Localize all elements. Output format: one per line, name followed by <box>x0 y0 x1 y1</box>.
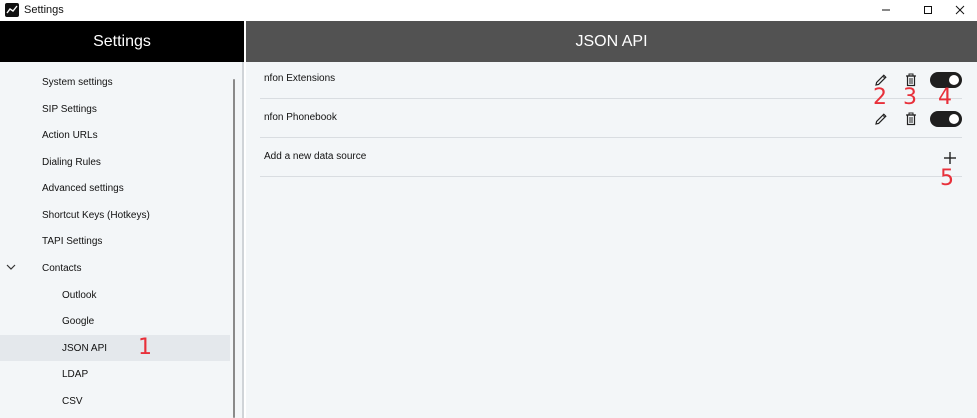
annotation-marker-5: 5 <box>940 166 954 191</box>
sidebar-item-label: JSON API <box>62 342 108 354</box>
sidebar-item-dialing-rules[interactable]: Dialing Rules <box>0 149 230 175</box>
sidebar-item-sip-settings[interactable]: SIP Settings <box>0 96 230 122</box>
sidebar-scrollbar[interactable] <box>233 79 235 418</box>
add-data-source-label: Add a new data source <box>264 151 367 162</box>
data-source-label: nfon Extensions <box>264 73 336 84</box>
sidebar-item-google[interactable]: Google <box>0 308 230 334</box>
edit-pencil-icon[interactable] <box>872 110 890 128</box>
maximize-button[interactable] <box>911 0 945 20</box>
add-data-source-row[interactable]: Add a new data source <box>260 139 962 177</box>
sidebar-title: Settings <box>0 21 244 62</box>
data-source-label: nfon Phonebook <box>264 112 337 123</box>
sidebar-item-label: Contacts <box>42 262 82 274</box>
enable-toggle[interactable] <box>930 111 962 127</box>
data-source-row: nfon Phonebook <box>260 100 962 138</box>
annotation-marker-2: 2 <box>873 85 887 110</box>
sidebar-item-label: CSV <box>62 395 83 407</box>
sidebar-item-system-settings[interactable]: System settings <box>0 69 230 95</box>
annotation-marker-1: 1 <box>138 335 152 360</box>
sidebar-item-csv[interactable]: CSV <box>0 388 230 414</box>
annotation-marker-4: 4 <box>938 85 952 110</box>
sidebar-item-label: LDAP <box>62 368 89 380</box>
sidebar-item-label: System settings <box>42 76 113 88</box>
sidebar-item-label: Advanced settings <box>42 182 124 194</box>
annotation-marker-3: 3 <box>903 85 917 110</box>
sidebar-item-label: Shortcut Keys (Hotkeys) <box>42 209 150 221</box>
window-title: Settings <box>24 4 64 16</box>
toggle-knob <box>949 114 959 124</box>
sidebar-item-shortcut-keys[interactable]: Shortcut Keys (Hotkeys) <box>0 202 230 228</box>
delete-trash-icon[interactable] <box>902 110 920 128</box>
sidebar-item-label: Dialing Rules <box>42 156 101 168</box>
minimize-button[interactable] <box>869 0 903 20</box>
page-title: JSON API <box>246 21 977 62</box>
sidebar-item-label: Action URLs <box>42 129 98 141</box>
toggle-knob <box>949 75 959 85</box>
app-chart-icon <box>5 3 19 17</box>
sidebar-item-label: TAPI Settings <box>42 235 103 247</box>
sidebar-item-ldap[interactable]: LDAP <box>0 361 230 387</box>
sidebar-item-action-urls[interactable]: Action URLs <box>0 122 230 148</box>
sidebar-item-label: SIP Settings <box>42 103 97 115</box>
sidebar-item-json-api[interactable]: JSON API 1 <box>0 335 230 361</box>
sidebar-item-outlook[interactable]: Outlook <box>0 282 230 308</box>
sidebar: Settings System settings SIP Settings Ac… <box>0 21 244 418</box>
chevron-down-icon[interactable] <box>6 263 16 274</box>
close-button[interactable] <box>943 0 977 20</box>
sidebar-item-label: Outlook <box>62 289 97 301</box>
data-source-row: nfon Extensions <box>260 61 962 99</box>
plus-icon[interactable] <box>941 149 959 167</box>
sidebar-item-contacts[interactable]: Contacts <box>0 255 230 281</box>
main-panel: JSON API nfon Extensions nfon Phonebook … <box>246 21 977 418</box>
sidebar-item-advanced-settings[interactable]: Advanced settings <box>0 175 230 201</box>
sidebar-item-label: Google <box>62 315 95 327</box>
title-bar: Settings <box>0 0 977 20</box>
sidebar-item-tapi-settings[interactable]: TAPI Settings <box>0 228 230 254</box>
